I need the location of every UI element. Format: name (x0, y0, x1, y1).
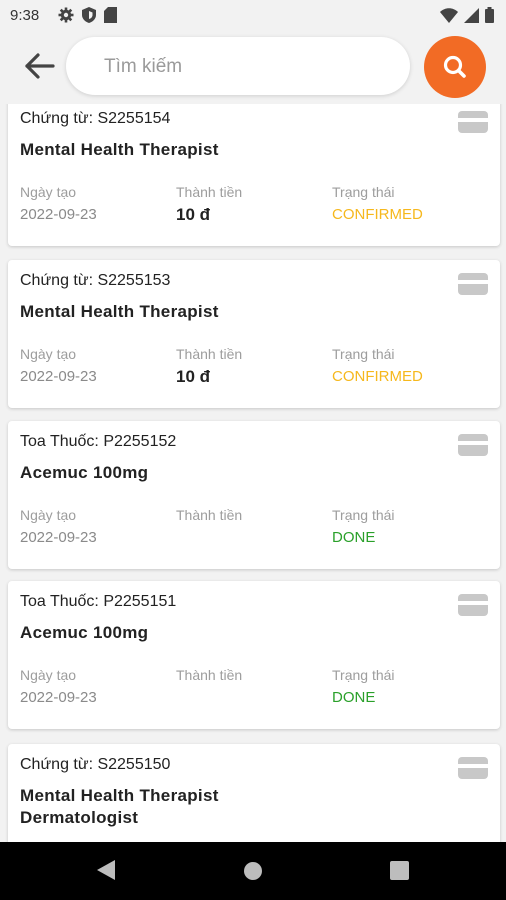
record-title: Acemuc 100mg (20, 623, 149, 642)
amount-value: 10 đ (176, 367, 211, 386)
gear-icon (58, 7, 74, 23)
search-button[interactable] (424, 36, 486, 98)
status-value: CONFIRMED (332, 206, 423, 223)
status-value: DONE (332, 689, 376, 706)
search-field[interactable] (66, 37, 410, 95)
search-header (0, 30, 506, 104)
status-label: Trạng thái (332, 507, 395, 523)
document-code: Toa Thuốc: P2255151 (20, 593, 177, 610)
home-circle-icon (244, 862, 262, 880)
back-triangle-icon (97, 860, 115, 880)
status-label: Trạng thái (332, 346, 395, 362)
status-icons-right (440, 7, 494, 23)
status-time: 9:38 (10, 7, 40, 24)
nav-home-button[interactable] (243, 861, 263, 886)
created-date: 2022-09-23 (20, 206, 97, 223)
card-icon (458, 273, 488, 295)
arrow-left-icon (25, 53, 55, 79)
record-card[interactable]: Chứng từ: S2255150 Mental Health Therapi… (8, 744, 500, 842)
amount-value: 10 đ (176, 205, 211, 224)
wifi-icon (440, 7, 458, 23)
created-date: 2022-09-23 (20, 368, 97, 385)
sim-card-icon (104, 7, 117, 23)
status-icons-left (58, 7, 117, 23)
card-icon (458, 434, 488, 456)
created-date: 2022-09-23 (20, 689, 97, 706)
status-value: DONE (332, 529, 376, 546)
amount-label: Thành tiền (176, 346, 243, 362)
amount-label: Thành tiền (176, 184, 243, 200)
created-label: Ngày tạo (20, 184, 77, 200)
record-title-line: Mental Health Therapist (20, 786, 219, 805)
document-code: Chứng từ: S2255150 (20, 756, 171, 773)
document-code: Toa Thuốc: P2255152 (20, 433, 177, 450)
record-card[interactable]: Chứng từ: S2255154 Mental Health Therapi… (8, 104, 500, 246)
record-card[interactable]: Toa Thuốc: P2255152 Acemuc 100mg Ngày tạ… (8, 421, 500, 569)
amount-label: Thành tiền (176, 507, 243, 523)
status-value: CONFIRMED (332, 368, 423, 385)
record-list: Chứng từ: S2255154 Mental Health Therapi… (0, 104, 506, 842)
amount-label: Thành tiền (176, 667, 243, 683)
back-button[interactable] (24, 52, 56, 80)
nav-recents-button[interactable] (390, 861, 409, 885)
created-label: Ngày tạo (20, 507, 77, 523)
record-card[interactable]: Chứng từ: S2255153 Mental Health Therapi… (8, 260, 500, 408)
created-label: Ngày tạo (20, 667, 77, 683)
record-title: Acemuc 100mg (20, 463, 149, 482)
system-nav-bar (0, 842, 506, 900)
record-title-line: Dermatologist (20, 808, 139, 827)
card-icon (458, 757, 488, 779)
created-date: 2022-09-23 (20, 529, 97, 546)
document-code: Chứng từ: S2255154 (20, 110, 171, 127)
record-title: Mental Health Therapist (20, 140, 219, 159)
nav-back-button[interactable] (96, 859, 116, 886)
status-bar: 9:38 (0, 0, 506, 30)
signal-icon (464, 7, 479, 23)
record-title: Mental Health Therapist (20, 302, 219, 321)
battery-icon (485, 7, 494, 23)
status-label: Trạng thái (332, 184, 395, 200)
record-card[interactable]: Toa Thuốc: P2255151 Acemuc 100mg Ngày tạ… (8, 581, 500, 729)
record-title: Mental Health Therapist Dermatologist (20, 785, 219, 829)
shield-icon (82, 7, 96, 23)
status-label: Trạng thái (332, 667, 395, 683)
search-icon (443, 55, 466, 78)
search-input[interactable] (102, 53, 396, 81)
created-label: Ngày tạo (20, 346, 77, 362)
recents-square-icon (390, 861, 409, 880)
card-icon (458, 111, 488, 133)
card-icon (458, 594, 488, 616)
document-code: Chứng từ: S2255153 (20, 272, 171, 289)
